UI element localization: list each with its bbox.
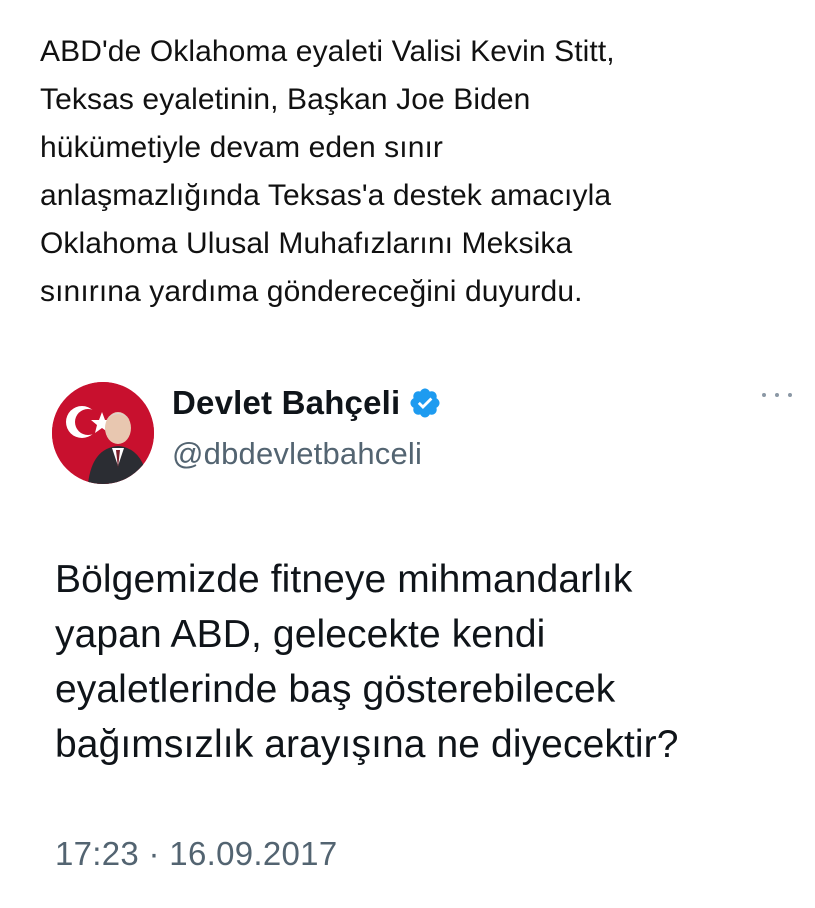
more-options-icon[interactable] <box>762 388 792 402</box>
display-name[interactable]: Devlet Bahçeli <box>172 384 400 422</box>
author-name-row: Devlet Bahçeli <box>172 384 442 422</box>
tweet-text: Bölgemizde fitneye mihmandarlık yapan AB… <box>55 558 679 766</box>
embedded-tweet[interactable]: Devlet Bahçeli @dbdevletbahceli Bölgemiz… <box>0 360 815 908</box>
user-handle[interactable]: @dbdevletbahceli <box>172 436 422 472</box>
avatar[interactable] <box>52 382 154 484</box>
tweet-timestamp[interactable]: 17:23 · 16.09.2017 <box>55 835 337 873</box>
verified-badge-icon <box>408 386 442 420</box>
news-caption: ABD'de Oklahoma eyaleti Valisi Kevin Sti… <box>40 35 615 308</box>
